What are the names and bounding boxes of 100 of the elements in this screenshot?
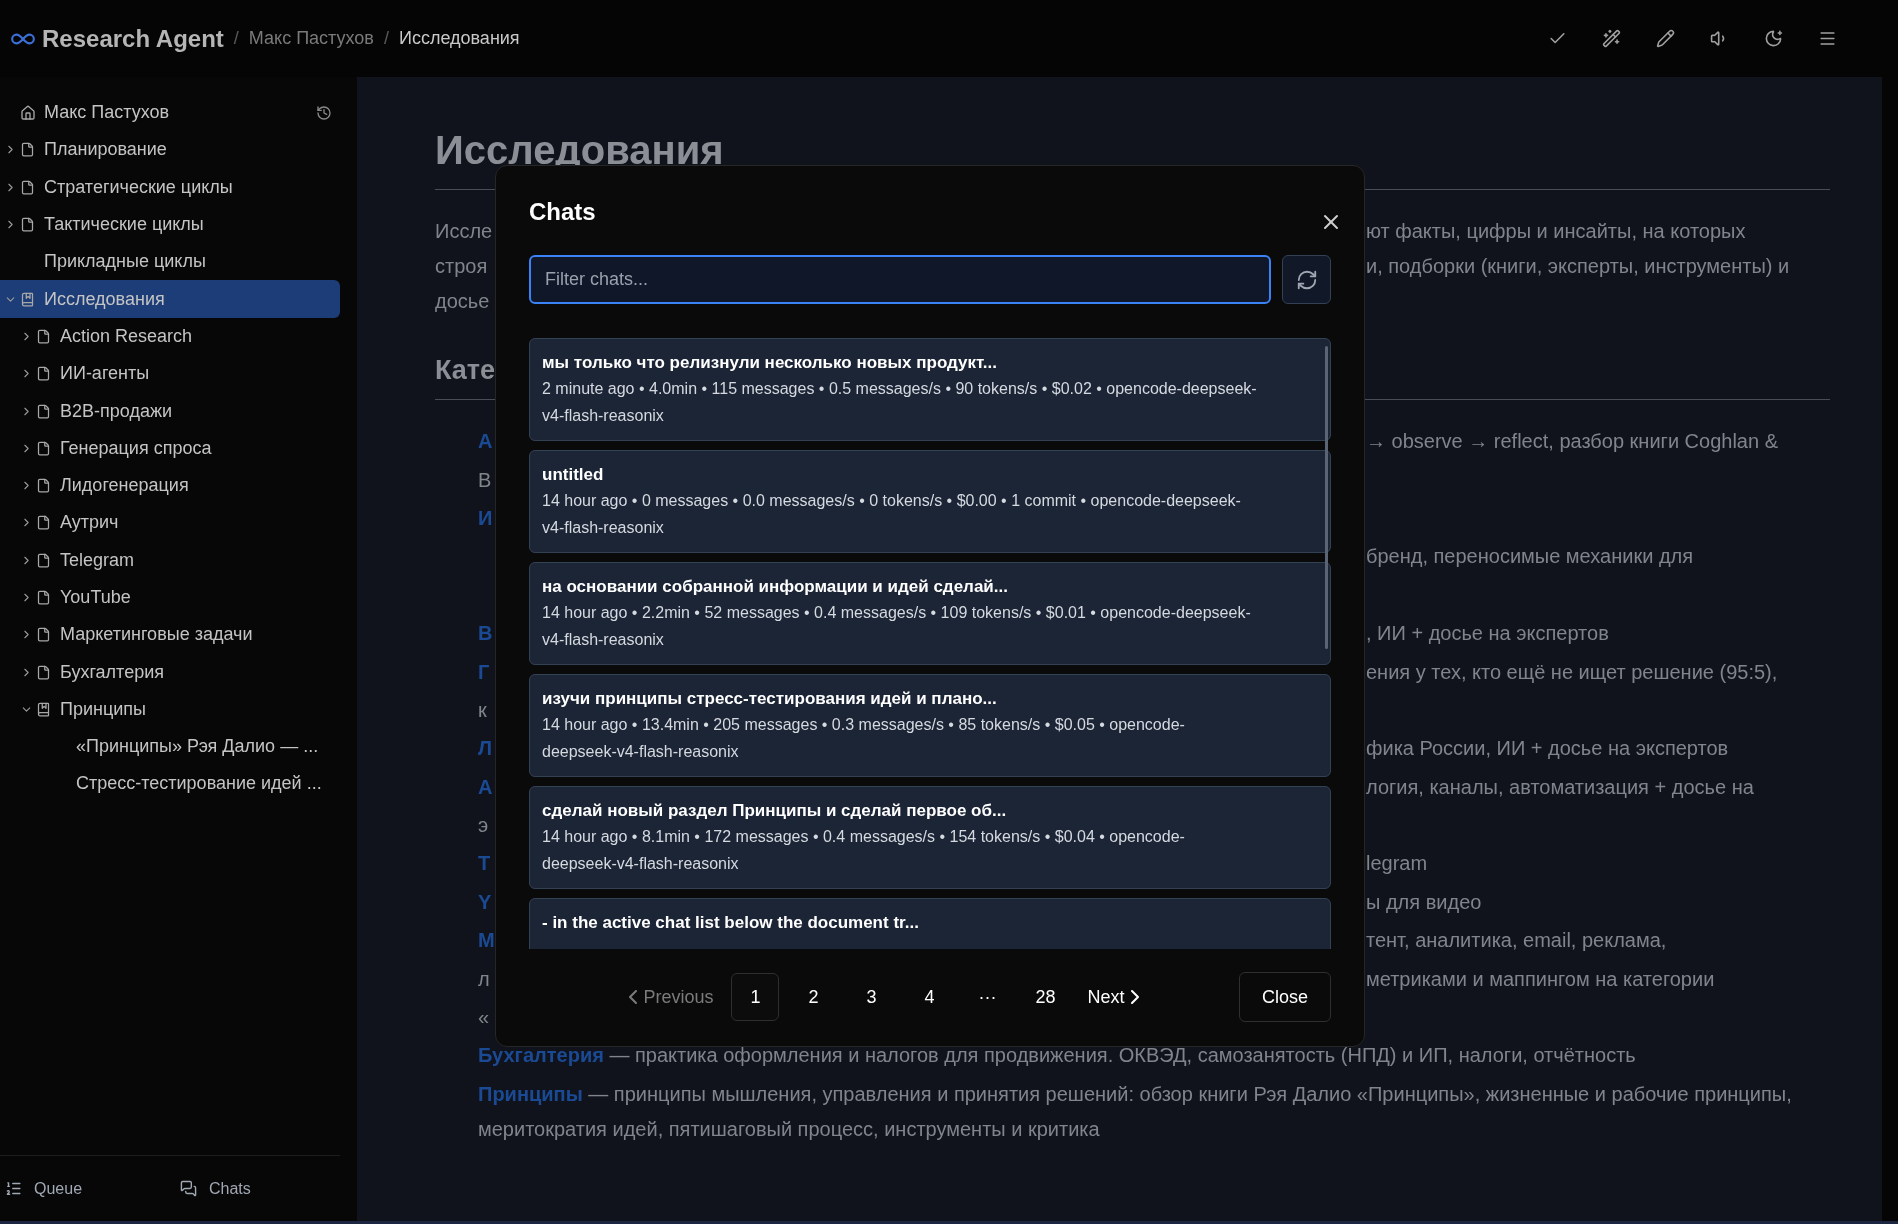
page-button[interactable]: ···: [963, 973, 1012, 1021]
list-text: э: [478, 814, 489, 837]
chat-item[interactable]: изучи принципы стресс-тестирования идей и плано... 14 hour ago • 13.4min • 205 messages • 0.3 messages/s • 85 tokens/s • $0.05 • opencode-deepseek-v4-flash-reasonix: [529, 674, 1331, 777]
sidebar-item[interactable]: Action Research: [0, 317, 340, 356]
sidebar-item[interactable]: Прикладные циклы: [0, 243, 340, 281]
page-icon: [36, 328, 51, 344]
sidebar-item[interactable]: Маркетинговые задачи: [0, 616, 340, 654]
sidebar-item[interactable]: Стратегические циклы: [0, 168, 340, 206]
section-heading: Кате: [435, 354, 496, 387]
chat-title: - in the active chat list below the document tr...: [542, 912, 920, 934]
chats-button[interactable]: Chats: [180, 1176, 251, 1201]
list-text: тент, аналитика, email, реклама,: [1366, 928, 1667, 954]
sidebar-item[interactable]: YouTube: [0, 578, 340, 617]
page-button[interactable]: 4: [905, 973, 954, 1021]
list-text: B: [478, 468, 492, 491]
sidebar-item[interactable]: Планирование: [0, 131, 340, 169]
chat-title: сделай новый раздел Принципы и сделай первое об...: [542, 800, 1008, 822]
chat-title: мы только что релизнули несколько новых продукт...: [542, 352, 999, 374]
breadcrumb-separator: /: [233, 27, 239, 50]
page-icon: [36, 664, 51, 680]
page-icon: [20, 179, 35, 195]
chat-title: изучи принципы стресс-тестирования идей и плано...: [542, 688, 998, 710]
chat-item[interactable]: - in the active chat list below the document tr...: [529, 898, 1331, 949]
page-icon: [36, 478, 51, 494]
list-text: ы для видео: [1366, 889, 1482, 915]
chat-bubbles-icon: [180, 1180, 197, 1197]
refresh-button[interactable]: [1282, 255, 1331, 304]
list-text: логия, каналы, автоматизация + досье на: [1366, 774, 1754, 800]
sidebar-item[interactable]: Макс Пастухов: [44, 99, 170, 127]
paragraph-text: досье: [435, 289, 490, 312]
sidebar-item[interactable]: Тактические циклы: [0, 205, 340, 244]
page-button[interactable]: 3: [847, 973, 896, 1021]
magic-wand-icon[interactable]: [1600, 27, 1622, 50]
sidebar-item[interactable]: Исследования: [0, 280, 340, 318]
breadcrumb-link[interactable]: Исследования: [398, 25, 520, 52]
list-text: бренд, переносимые механики для: [1366, 544, 1694, 570]
chat-details: 2 minute ago • 4.0min • 115 messages • 0.5 messages/s • 90 tokens/s • $0.02 • opencode-deepseek-v4-flash-reasonix: [542, 379, 1258, 426]
book-icon: [36, 701, 51, 717]
home-icon: [20, 104, 36, 121]
chat-details: 14 hour ago • 8.1min • 172 messages • 0.4 messages/s • 154 tokens/s • $0.04 • opencode-deepseek-v4-flash-reasonix: [542, 827, 1186, 874]
page-icon: [36, 627, 51, 643]
chat-item[interactable]: сделай новый раздел Принципы и сделай первое об... 14 hour ago • 8.1min • 172 messages • 0.4 messages/s • 154 tokens/s • $0.04 • opencode-deepseek-v4-flash-reasonix: [529, 786, 1331, 889]
chat-details: 14 hour ago • 13.4min • 205 messages • 0.3 messages/s • 85 tokens/s • $0.05 • opencode-deepseek-v4-flash-reasonix: [542, 715, 1186, 762]
chevron-left-icon: [629, 990, 638, 1004]
page-icon: [36, 440, 51, 456]
list-text: Принципы — принципы мышления, управления и принятия решений: обзор книги Рэя Далио «Принципы», жизненные и рабочие принципы, меритократия идей, пятишаговый процесс, инструменты и критика: [477, 1082, 1793, 1143]
breadcrumb-link[interactable]: Макс Пастухов: [248, 25, 374, 52]
history-icon[interactable]: [316, 104, 332, 121]
list-text: → observe → reflect, разбор книги Coghlan &: [1366, 429, 1778, 455]
chat-item[interactable]: untitled 14 hour ago • 0 messages • 0.0 messages/s • 0 tokens/s • $0.00 • 1 commit • opencode-deepseek-v4-flash-reasonix: [529, 450, 1331, 553]
list-text: к: [478, 698, 487, 721]
filter-field[interactable]: Filter chats...: [529, 255, 1271, 304]
page-button[interactable]: 2: [789, 973, 838, 1021]
paragraph-text: ют факты, цифры и инсайты, на которых: [1366, 218, 1746, 244]
list-text: фика России, ИИ + досье на экспертов: [1366, 736, 1729, 762]
sidebar-item[interactable]: Принципы: [0, 690, 340, 729]
page-icon: [36, 552, 51, 568]
sidebar-item[interactable]: Стресс-тестирование идей ...: [0, 765, 340, 803]
sidebar-item[interactable]: Telegram: [0, 541, 340, 579]
breadcrumb-separator: /: [383, 27, 389, 50]
scrollbar-thumb[interactable]: [1325, 346, 1328, 649]
book-icon: [20, 291, 35, 307]
page-icon: [36, 590, 51, 605]
page-button[interactable]: 28: [1021, 973, 1070, 1021]
sidebar-item[interactable]: «Принципы» Рэя Далио — ...: [0, 728, 340, 766]
paragraph-text: строя: [435, 254, 488, 277]
chat-item[interactable]: мы только что релизнули несколько новых продукт... 2 minute ago • 4.0min • 115 messages • 0.5 messages/s • 90 tokens/s • $0.02 • opencode-deepseek-v4-flash-reasonix: [529, 338, 1331, 441]
list-text: legram: [1366, 851, 1428, 877]
close-button[interactable]: Close: [1238, 972, 1331, 1022]
list-text: метриками и маппингом на категории: [1366, 966, 1715, 992]
pencil-icon[interactable]: [1654, 27, 1676, 50]
chevron-right-icon: [1130, 990, 1139, 1004]
sidebar-item[interactable]: Лидогенерация: [0, 466, 340, 505]
page-icon: [20, 217, 35, 233]
page-icon: [36, 515, 51, 531]
app-name: Research Agent: [42, 23, 224, 54]
sidebar-item[interactable]: Генерация спроса: [0, 429, 340, 467]
page-icon: [36, 366, 51, 382]
sidebar-item[interactable]: B2B-продажи: [0, 392, 340, 430]
chat-item[interactable]: на основании собранной информации и идей сделай... 14 hour ago • 2.2min • 52 messages • 0.4 messages/s • 109 tokens/s • $0.01 • opencode-deepseek-v4-flash-reasonix: [529, 562, 1331, 665]
list-text: , ИИ + досье на экспертов: [1366, 621, 1609, 647]
queue-button[interactable]: Queue: [0, 1176, 180, 1201]
paragraph-text: и, подборки (книги, эксперты, инструменты) и: [1366, 253, 1790, 279]
next-button[interactable]: Next: [1079, 973, 1147, 1021]
dialog-title: Chats: [529, 197, 596, 227]
chat-details: 14 hour ago • 0 messages • 0.0 messages/s • 0 tokens/s • $0.00 • 1 commit • opencode-deepseek-v4-flash-reasonix: [542, 491, 1242, 538]
list-text: «: [478, 1006, 490, 1029]
sidebar-item[interactable]: Аутрич: [0, 504, 340, 542]
paragraph-text: Иссле: [435, 219, 493, 242]
chat-title: untitled: [542, 464, 605, 486]
page-title: Исследования: [435, 127, 725, 174]
sidebar-item[interactable]: ИИ-агенты: [0, 355, 340, 393]
list-text: л: [478, 967, 490, 990]
page-icon: [36, 403, 51, 419]
refresh-icon: [1295, 268, 1318, 291]
page-button[interactable]: 1: [731, 973, 780, 1021]
sidebar-item[interactable]: Бухгалтерия: [0, 653, 340, 691]
page-icon: [20, 142, 35, 158]
list-icon: [5, 1180, 22, 1197]
list-text: ения у тех, кто ещё не ищет решение (95:5),: [1366, 659, 1778, 685]
